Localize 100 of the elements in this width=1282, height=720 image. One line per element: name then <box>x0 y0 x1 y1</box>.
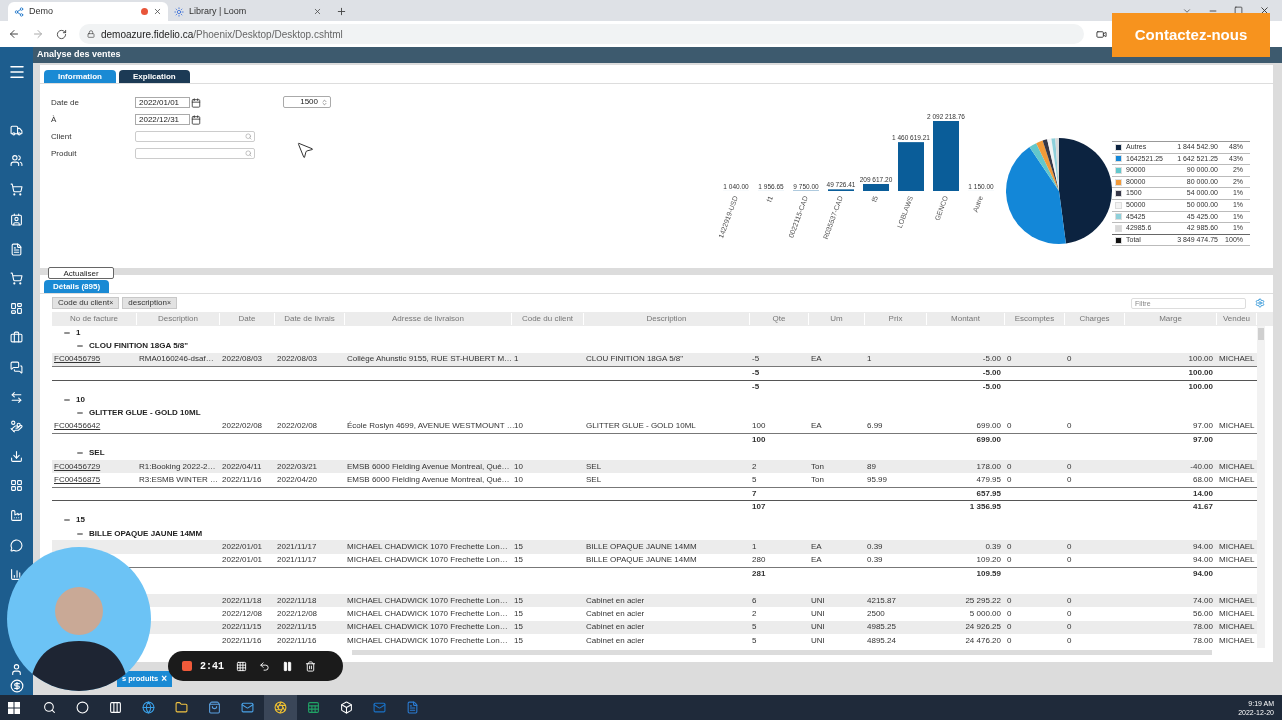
grid-icon[interactable] <box>10 479 23 493</box>
spreadsheet-icon[interactable] <box>307 701 320 714</box>
search-field[interactable] <box>135 148 255 159</box>
table-cell: EA <box>811 555 822 565</box>
column-header[interactable]: Um <box>830 314 843 323</box>
chat-icon[interactable] <box>10 538 23 552</box>
table-cell: 15 <box>514 541 523 551</box>
invoice-link[interactable]: FC00456729 <box>54 461 101 471</box>
dashboard-icon[interactable] <box>10 301 23 315</box>
camera-icon[interactable] <box>1096 28 1107 40</box>
table-cell: 25 295.22 <box>965 595 1001 605</box>
chat-icon[interactable] <box>10 361 23 375</box>
total-cell: 100.00 <box>1188 381 1213 391</box>
table-cell: 2022/11/16 <box>222 635 262 645</box>
refresh-button[interactable]: Actualiser <box>48 267 114 279</box>
subtotal-cell: 657.95 <box>976 488 1001 498</box>
column-header[interactable]: No de facture <box>70 314 118 323</box>
column-header[interactable]: Charges <box>1079 314 1110 323</box>
calendar-icon[interactable] <box>191 97 201 108</box>
lock-icon <box>87 30 95 38</box>
invoice-link[interactable]: FC00456795 <box>54 354 101 364</box>
columns-icon[interactable] <box>109 701 122 714</box>
tab[interactable]: Information <box>44 70 116 83</box>
column-header[interactable]: Description <box>646 314 687 323</box>
mail-icon[interactable] <box>373 701 386 714</box>
table-cell: -40.00 <box>1190 461 1213 471</box>
table-cell: MICHAEL <box>1219 354 1255 364</box>
column-header[interactable]: Marge <box>1159 314 1182 323</box>
undo-icon[interactable] <box>259 660 270 672</box>
aperture-icon[interactable] <box>274 701 287 714</box>
close-icon[interactable] <box>153 7 162 16</box>
coins-icon[interactable] <box>10 420 23 434</box>
field-label: Client <box>51 130 73 143</box>
tab[interactable]: Explication <box>119 70 190 83</box>
mail-icon[interactable] <box>241 701 254 714</box>
reload-icon[interactable] <box>56 28 67 40</box>
menu-icon[interactable] <box>7 63 26 81</box>
dollar-icon[interactable] <box>9 679 24 693</box>
invoice-link[interactable]: FC00456875 <box>54 475 101 484</box>
date-field[interactable]: 2022/01/01 <box>135 97 190 108</box>
bar-chart-icon[interactable] <box>10 568 23 582</box>
cube-icon[interactable] <box>340 701 353 714</box>
shopping-bag-icon[interactable] <box>208 701 221 714</box>
back-icon[interactable] <box>8 28 20 40</box>
table-cell: 0 <box>1067 461 1072 471</box>
document-icon[interactable] <box>406 701 419 714</box>
trash-icon[interactable] <box>305 660 316 672</box>
close-icon[interactable] <box>313 7 322 16</box>
column-header[interactable]: Escomptes <box>1014 314 1055 323</box>
column-header[interactable]: Adresse de livraison <box>391 314 464 323</box>
number-field[interactable]: 1500 <box>283 96 331 108</box>
column-header[interactable]: Vendeu <box>1222 314 1251 323</box>
tab[interactable]: Détails (895) <box>44 280 110 293</box>
column-header[interactable]: Code du client <box>521 314 574 323</box>
table-cell: 2022/11/15 <box>277 622 317 632</box>
column-header[interactable]: Montant <box>951 314 980 323</box>
table-cell: 6 <box>752 595 757 605</box>
column-header[interactable]: Date de livrais <box>284 314 335 323</box>
table-cell: 89 <box>867 461 876 471</box>
table-cell: MICHAEL <box>1219 622 1255 632</box>
bar <box>863 184 889 191</box>
download-icon[interactable] <box>10 449 23 463</box>
scrollbar-thumb[interactable] <box>1258 328 1264 340</box>
folder-icon[interactable] <box>175 701 188 714</box>
horizontal-scrollbar[interactable] <box>352 650 1212 655</box>
restore-icon[interactable] <box>1234 6 1243 15</box>
column-header[interactable]: Date <box>238 314 256 323</box>
table-cell: R3:ESMB WINTER … <box>139 475 219 484</box>
briefcase-icon[interactable] <box>10 331 23 345</box>
globe-icon[interactable] <box>142 701 155 714</box>
address-field[interactable]: demoazure.fidelio.ca/Phoenix/Desktop/Desktop.cshtml <box>79 24 1084 44</box>
users-icon[interactable] <box>10 153 23 167</box>
new-tab-icon[interactable] <box>336 6 347 17</box>
contact-card-icon[interactable] <box>10 213 23 227</box>
column-header[interactable]: Prix <box>888 314 903 323</box>
start-menu-icon[interactable] <box>8 701 20 714</box>
cart-icon[interactable] <box>10 183 23 197</box>
stop-icon[interactable] <box>182 661 192 671</box>
factory-icon[interactable] <box>10 509 23 522</box>
invoice-link[interactable]: FC00456642 <box>54 421 101 431</box>
subtotal-cell: 97.00 <box>1192 435 1213 445</box>
search-field[interactable] <box>135 131 255 142</box>
grid-icon[interactable] <box>236 660 247 672</box>
user-icon[interactable] <box>10 663 23 676</box>
truck-icon[interactable] <box>10 124 23 138</box>
calendar-icon[interactable] <box>191 114 201 125</box>
table-cell: 0 <box>1067 475 1072 484</box>
column-header[interactable]: Qte <box>772 314 786 323</box>
circle-icon[interactable] <box>76 701 89 714</box>
column-header[interactable]: Description <box>158 314 198 323</box>
transfer-icon[interactable] <box>10 390 23 404</box>
browser-tab[interactable]: Demo <box>8 2 168 21</box>
table-cell: BILLE OPAQUE JAUNE 14MM <box>586 555 697 565</box>
cart-icon[interactable] <box>10 272 23 286</box>
pause-icon[interactable] <box>282 660 293 672</box>
field-label: Produit <box>51 147 78 160</box>
contact-button[interactable]: Contactez-nous <box>1112 13 1270 57</box>
field-label: Date de <box>51 96 81 109</box>
date-field[interactable]: 2022/12/31 <box>135 114 190 125</box>
search-icon[interactable] <box>43 701 56 714</box>
